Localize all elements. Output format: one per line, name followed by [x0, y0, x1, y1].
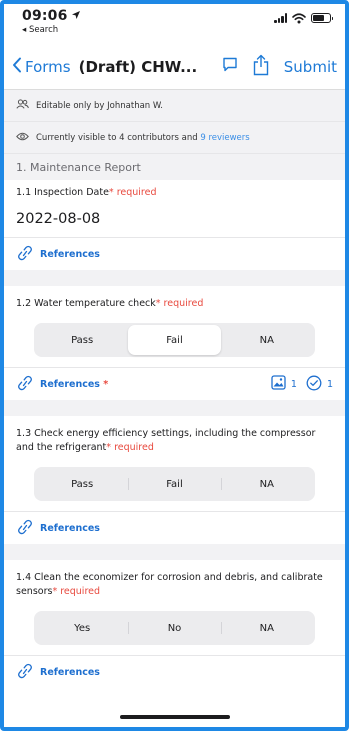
required-mark: * required — [108, 187, 157, 198]
question-title-text: 1.1 Inspection Date — [16, 187, 109, 198]
option-pass[interactable]: Pass — [36, 325, 128, 355]
comment-icon[interactable] — [222, 57, 238, 76]
editable-text: Editable only by Johnathan W. — [36, 100, 164, 111]
pass-fail-selector: Pass Fail NA — [34, 323, 315, 357]
references-row[interactable]: References — [4, 238, 345, 270]
eye-icon — [16, 132, 29, 144]
people-icon — [16, 99, 29, 112]
signal-icon — [274, 13, 287, 23]
clock-time: 09:06 — [22, 8, 68, 24]
visibility-prefix: Currently visible to 4 contributors and — [36, 132, 201, 143]
references-label: References — [40, 248, 100, 260]
back-button-label: Forms — [25, 57, 71, 76]
question-body: 1.4 Clean the economizer for corrosion a… — [4, 571, 345, 656]
question-title: 1.3 Check energy efficiency settings, in… — [4, 427, 345, 455]
option-yes[interactable]: Yes — [36, 613, 128, 643]
inspection-date-field[interactable]: 2022-08-08 — [4, 200, 345, 238]
link-icon — [16, 245, 34, 264]
location-arrow-icon — [71, 8, 81, 24]
home-indicator[interactable] — [119, 715, 230, 719]
check-count: 1 — [326, 378, 333, 390]
visibility-text: Currently visible to 4 contributors and … — [36, 133, 250, 143]
image-icon[interactable] — [271, 375, 286, 393]
question-separator — [4, 544, 345, 560]
references-label: References * — [40, 379, 108, 390]
references-required-mark: * — [99, 378, 109, 390]
link-icon — [16, 375, 34, 394]
references-label: References — [40, 666, 100, 678]
question-separator — [4, 270, 345, 286]
question-1-4: 1.4 Clean the economizer for corrosion a… — [4, 560, 345, 688]
link-icon — [16, 663, 34, 682]
question-body: 1.2 Water temperature check* required Pa… — [4, 297, 345, 368]
question-1-1: 1.1 Inspection Date* required 2022-08-08… — [4, 180, 345, 270]
submit-button[interactable]: Submit — [284, 58, 337, 76]
page-title: (Draft) CHW... — [78, 57, 198, 76]
reviewers-link[interactable]: 9 reviewers — [200, 133, 249, 143]
option-fail-selected[interactable]: Fail — [128, 325, 221, 355]
visibility-notice: Currently visible to 4 contributors and … — [4, 122, 345, 154]
references-row[interactable]: References * 1 1 — [4, 368, 345, 400]
question-title-text: 1.2 Water temperature check — [16, 298, 156, 309]
chevron-left-icon — [12, 57, 25, 77]
share-icon[interactable] — [252, 54, 270, 80]
status-icons — [274, 8, 333, 28]
option-fail[interactable]: Fail — [128, 469, 220, 499]
pass-fail-selector: Pass Fail NA — [34, 467, 315, 501]
battery-icon — [311, 13, 333, 23]
editable-notice: Editable only by Johnathan W. — [4, 90, 345, 122]
question-title-text: 1.3 Check energy efficiency settings, in… — [16, 428, 316, 453]
wifi-icon — [292, 9, 306, 28]
question-title: 1.4 Clean the economizer for corrosion a… — [4, 571, 345, 599]
yes-no-selector: Yes No NA — [34, 611, 315, 645]
references-row[interactable]: References — [4, 512, 345, 544]
question-title: 1.1 Inspection Date* required — [4, 186, 345, 200]
back-to-search-link[interactable]: ◂ Search — [22, 25, 81, 35]
phone-frame: 09:06 ◂ Search Forms (Draft) CHW... Subm… — [0, 0, 349, 731]
references-label: References — [40, 522, 100, 534]
references-row[interactable]: References — [4, 656, 345, 688]
required-mark: * required — [106, 442, 154, 453]
link-icon — [16, 519, 34, 538]
required-mark: * required — [155, 298, 204, 309]
required-mark: * required — [52, 586, 101, 597]
option-na[interactable]: NA — [220, 469, 313, 499]
attachment-counts: 1 1 — [271, 375, 333, 394]
clock: 09:06 — [22, 8, 81, 24]
section-header: 1. Maintenance Report — [4, 154, 345, 180]
references-label-text: References — [40, 378, 100, 390]
check-circle-icon[interactable] — [306, 375, 322, 394]
question-body: 1.3 Check energy efficiency settings, in… — [4, 427, 345, 512]
nav-actions: Submit — [222, 54, 337, 80]
status-left: 09:06 ◂ Search — [22, 8, 81, 44]
question-title: 1.2 Water temperature check* required — [4, 297, 345, 311]
option-no[interactable]: No — [128, 613, 220, 643]
option-na[interactable]: NA — [220, 613, 313, 643]
nav-bar: Forms (Draft) CHW... Submit — [4, 44, 345, 90]
bottom-fade — [4, 699, 345, 727]
option-na[interactable]: NA — [221, 325, 313, 355]
question-separator — [4, 400, 345, 416]
option-pass[interactable]: Pass — [36, 469, 128, 499]
question-1-2: 1.2 Water temperature check* required Pa… — [4, 286, 345, 400]
photo-count: 1 — [290, 378, 297, 390]
back-button[interactable]: Forms — [12, 57, 71, 77]
question-1-3: 1.3 Check energy efficiency settings, in… — [4, 416, 345, 544]
status-bar: 09:06 ◂ Search — [4, 4, 345, 44]
